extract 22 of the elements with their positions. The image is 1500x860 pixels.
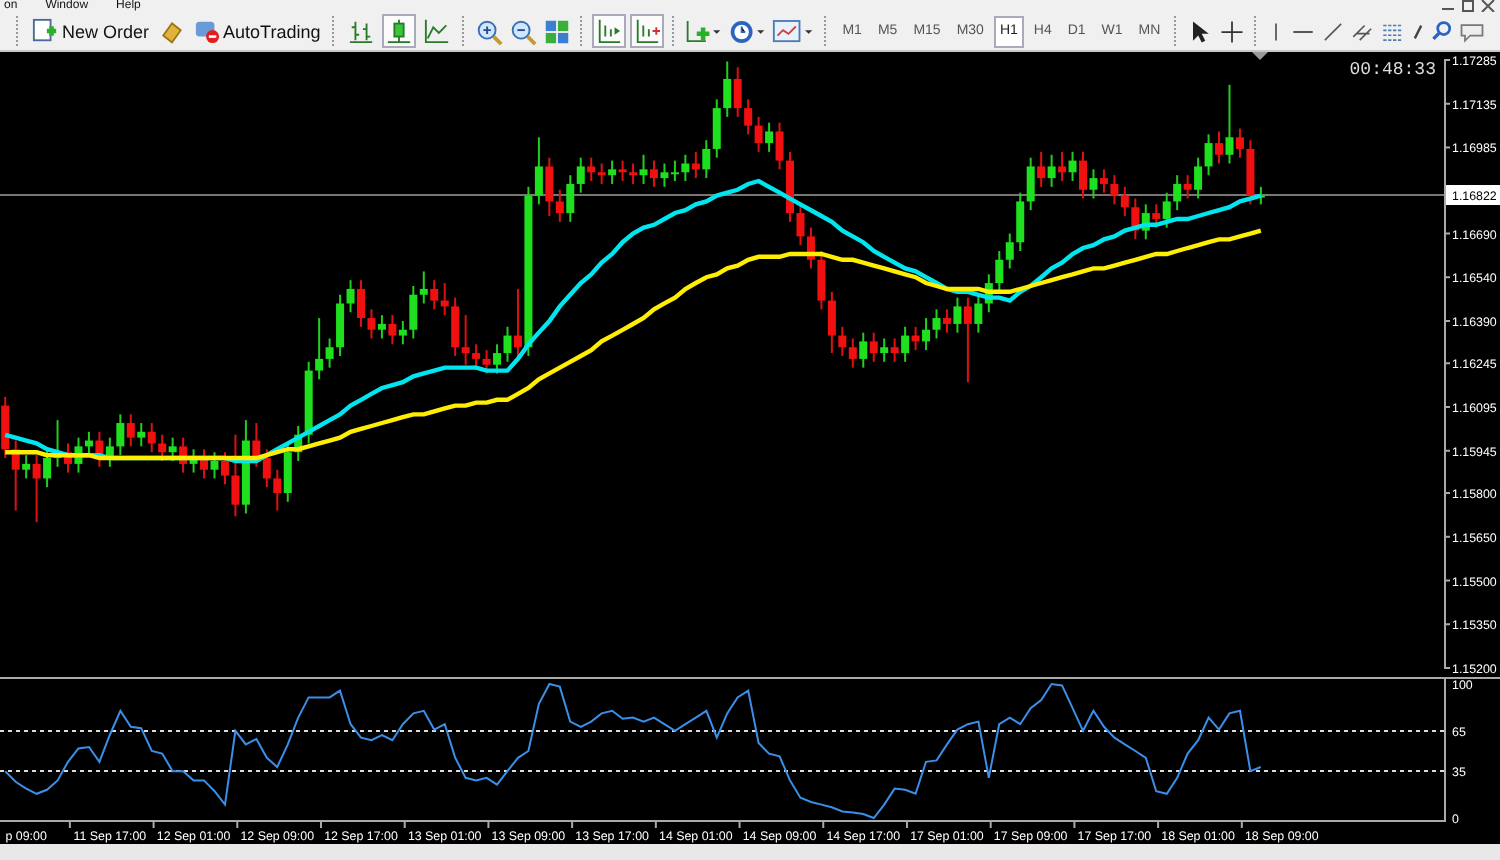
close-icon[interactable] [1480, 0, 1496, 12]
chart-toggle-button[interactable] [630, 14, 665, 48]
tile-windows-icon[interactable] [542, 15, 573, 47]
autoscroll-icon [634, 18, 661, 44]
candlestick-icon [386, 18, 413, 44]
zoom-in-icon[interactable] [474, 15, 505, 47]
zoom-out-icon[interactable] [508, 15, 539, 47]
robot-stop-icon [193, 18, 220, 44]
bar-chart-icon [348, 18, 375, 44]
restore-icon[interactable] [1460, 0, 1476, 12]
chart-shift-marker-icon [1252, 52, 1268, 60]
clock-icon[interactable] [728, 15, 769, 47]
candle-timer: 00:48:33 [1349, 60, 1436, 80]
new-order-button[interactable]: New Order [28, 14, 154, 48]
autotrading-button[interactable]: AutoTrading [189, 14, 325, 48]
chart-toggle-button[interactable] [592, 14, 627, 48]
line-chart-icon [424, 18, 451, 44]
template-icon[interactable] [772, 15, 817, 47]
document-plus-icon [32, 18, 58, 44]
add-indicator-icon[interactable] [684, 15, 725, 47]
chart-shift-icon [596, 18, 623, 44]
chart-type-button[interactable] [382, 14, 417, 48]
